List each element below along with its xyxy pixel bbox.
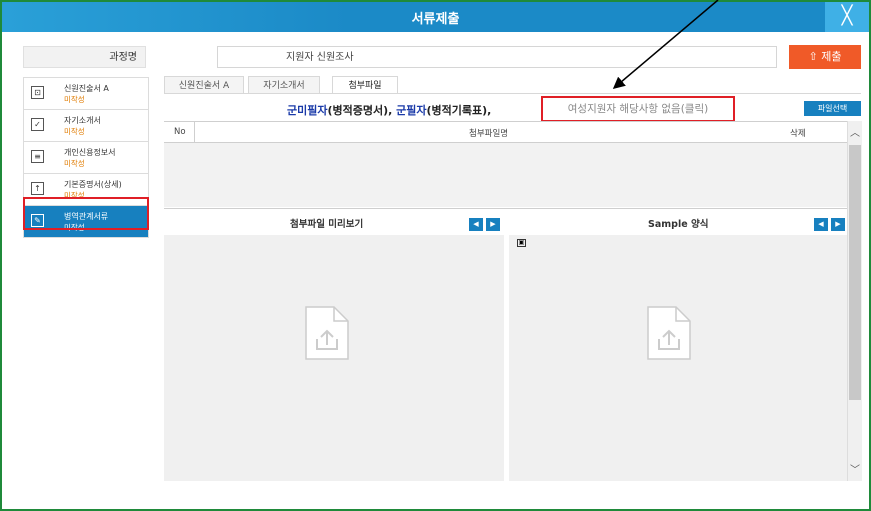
annotation-arrow bbox=[612, 0, 719, 89]
